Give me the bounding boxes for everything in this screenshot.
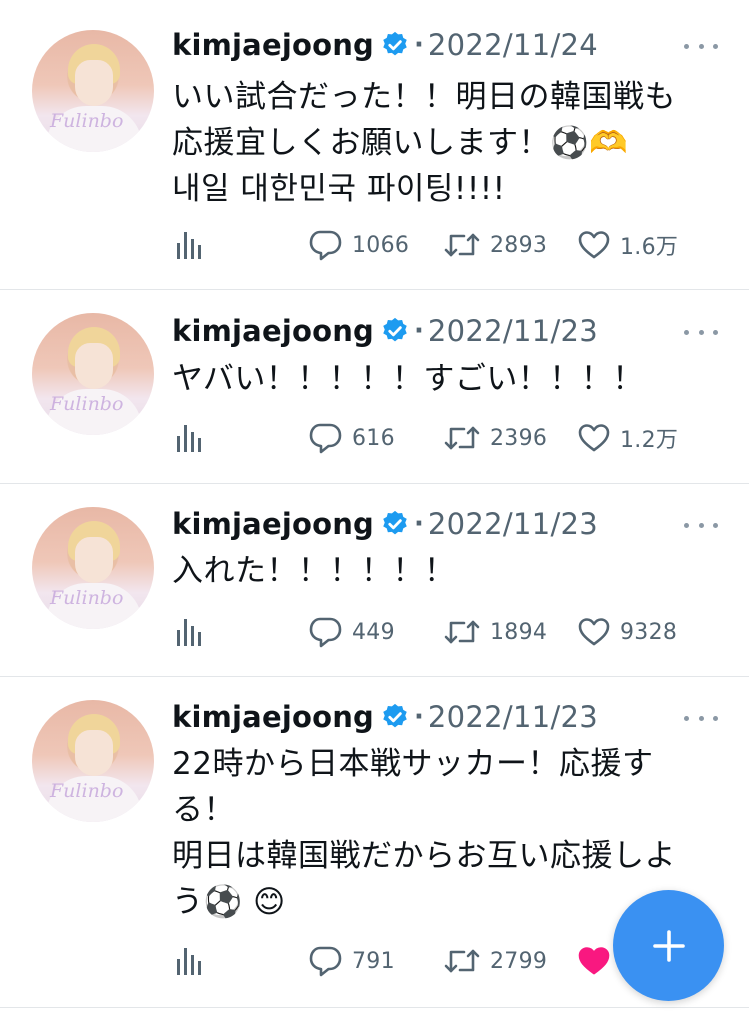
tweet-text-line: 내일 대한민국 파이팅!!!! (172, 171, 506, 207)
retweet-icon (444, 949, 480, 973)
reply-button[interactable]: 616 (308, 421, 395, 455)
tweet-date[interactable]: 2022/11/23 (428, 507, 598, 541)
reply-bubble-icon (309, 617, 342, 648)
like-count: 1.2万 (620, 428, 679, 453)
reply-bubble-icon (309, 230, 342, 261)
reply-bubble-icon (309, 946, 342, 977)
retweet-count: 1894 (490, 619, 548, 645)
avatar[interactable]: Fulinbo (32, 507, 154, 629)
username[interactable]: kimjaejoong (172, 507, 374, 541)
reply-count: 791 (352, 948, 395, 974)
retweet-button[interactable]: 2396 (444, 421, 547, 455)
analytics-bars-icon[interactable] (176, 421, 202, 455)
compose-button[interactable] (613, 890, 724, 1001)
retweet-button[interactable]: 2799 (444, 944, 547, 978)
tweet-text-line: ヤバい！！！！！すごい！！！！ (172, 361, 644, 397)
reply-count: 1066 (352, 232, 410, 258)
retweet-count: 2396 (490, 425, 548, 451)
reply-button[interactable]: 791 (308, 944, 395, 978)
tweet-text-line: いい試合だった！！明日の韓国戦も (172, 79, 676, 115)
tweet[interactable]: Fulinbo kimjaejoong · 2022/11/23 ヤバい！！！！… (0, 290, 749, 484)
heart-icon (578, 424, 610, 452)
more-horizontal-icon[interactable] (684, 708, 718, 728)
reply-count: 449 (352, 619, 395, 645)
like-count: 9328 (620, 619, 678, 645)
retweet-icon (444, 233, 480, 257)
username[interactable]: kimjaejoong (172, 314, 374, 348)
avatar-watermark: Fulinbo (50, 393, 124, 415)
retweet-count: 2799 (490, 948, 548, 974)
verified-badge-icon (383, 317, 407, 342)
reply-button[interactable]: 1066 (308, 228, 409, 262)
analytics-bars-icon[interactable] (176, 944, 202, 978)
tweet-actions: 616 2396 1.2万 (172, 421, 712, 455)
verified-badge-icon (383, 510, 407, 535)
separator: · (414, 702, 424, 732)
analytics-bars-icon[interactable] (176, 228, 202, 262)
tweet-text: 入れた！！！！！！ (172, 548, 727, 594)
retweet-icon (444, 620, 480, 644)
heart-icon (578, 947, 610, 975)
more-horizontal-icon[interactable] (684, 36, 718, 56)
retweet-count: 2893 (490, 232, 548, 258)
more-horizontal-icon[interactable] (684, 322, 718, 342)
heart-icon (578, 618, 610, 646)
tweet-actions: 1066 2893 1.6万 (172, 228, 712, 262)
tweet-text-line: 入れた！！！！！！ (172, 553, 456, 589)
tweet-text-line: 明日は韓国戦だからお互い応援しよ (172, 838, 676, 874)
avatar-watermark: Fulinbo (50, 587, 124, 609)
tweet-date[interactable]: 2022/11/23 (428, 314, 598, 348)
avatar[interactable]: Fulinbo (32, 30, 154, 152)
verified-badge-icon (383, 31, 407, 56)
tweet[interactable]: Fulinbo kimjaejoong · 2022/11/23 入れた！！！！… (0, 484, 749, 677)
avatar[interactable]: Fulinbo (32, 700, 154, 822)
tweet-text-line: 応援宜しくお願いします！⚽🫶 (172, 125, 629, 161)
tweet-date[interactable]: 2022/11/24 (428, 28, 598, 62)
tweet-actions: 449 1894 9328 (172, 615, 712, 649)
separator: · (414, 316, 424, 346)
like-count: 1.6万 (620, 235, 679, 260)
analytics-bars-icon[interactable] (176, 615, 202, 649)
tweet-date[interactable]: 2022/11/23 (428, 700, 598, 734)
separator: · (414, 30, 424, 60)
avatar-watermark: Fulinbo (50, 110, 124, 132)
avatar-watermark: Fulinbo (50, 780, 124, 802)
heart-icon (578, 231, 610, 259)
more-horizontal-icon[interactable] (684, 515, 718, 535)
tweet-text-line: る！ (172, 792, 235, 828)
reply-bubble-icon (309, 423, 342, 454)
plus-icon (652, 929, 685, 962)
retweet-icon (444, 426, 480, 450)
like-button[interactable]: 1.2万 (578, 421, 678, 455)
verified-badge-icon (383, 703, 407, 728)
like-button[interactable]: 1.6万 (578, 228, 678, 262)
retweet-button[interactable]: 2893 (444, 228, 547, 262)
reply-button[interactable]: 449 (308, 615, 395, 649)
retweet-button[interactable]: 1894 (444, 615, 547, 649)
tweet-text: いい試合だった！！明日の韓国戦も 応援宜しくお願いします！⚽🫶 내일 대한민국 … (172, 74, 727, 212)
reply-count: 616 (352, 425, 395, 451)
like-button[interactable]: 9328 (578, 615, 677, 649)
username[interactable]: kimjaejoong (172, 28, 374, 62)
username[interactable]: kimjaejoong (172, 700, 374, 734)
tweet[interactable]: Fulinbo kimjaejoong · 2022/11/24 いい試合だった… (0, 0, 749, 290)
avatar[interactable]: Fulinbo (32, 313, 154, 435)
tweet-text-line: 22時から日本戦サッカー！応援す (172, 746, 654, 782)
separator: · (414, 509, 424, 539)
tweet-text: ヤバい！！！！！すごい！！！！ (172, 356, 727, 402)
